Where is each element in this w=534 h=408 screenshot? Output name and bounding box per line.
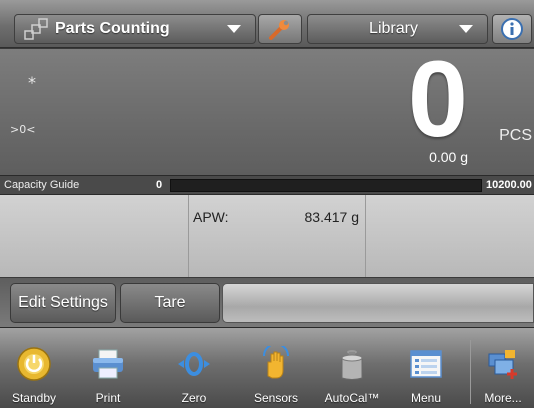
toolbar-label: Sensors [253, 391, 299, 405]
capacity-bar [170, 179, 482, 192]
application-selector[interactable]: Parts Counting [14, 14, 256, 44]
toolbar-label: Print [95, 391, 121, 405]
capacity-guide: Capacity Guide 0 10200.00 [0, 175, 534, 195]
wrench-icon [269, 20, 289, 40]
tare-button[interactable]: Tare [120, 283, 220, 323]
data-field-empty [366, 195, 534, 277]
capacity-guide-label: Capacity Guide [4, 179, 80, 191]
toolbar-label: Menu [410, 391, 442, 405]
more-button[interactable]: More... [474, 328, 532, 408]
zero-icon [178, 352, 210, 376]
edit-settings-button[interactable]: Edit Settings [10, 283, 116, 323]
menu-icon [410, 350, 442, 378]
standby-button[interactable]: Standby [2, 328, 66, 408]
toolbar-label: Zero [181, 391, 207, 405]
action-bar: Edit Settings Tare [0, 277, 534, 327]
capacity-min: 0 [156, 179, 163, 191]
sensors-button[interactable]: Sensors [250, 328, 302, 408]
print-button[interactable]: Print [80, 328, 136, 408]
apw-label: APW: [193, 209, 229, 225]
printer-icon [93, 349, 123, 379]
action-bar-spacer [222, 283, 534, 323]
main-reading: 0 [407, 38, 468, 159]
hand-sensor-icon [263, 346, 289, 379]
chevron-down-icon [459, 25, 473, 33]
more-icon [488, 350, 517, 379]
library-label: Library [369, 20, 418, 37]
weight-display: * >0< 0 PCS 0.00 g [0, 45, 534, 175]
secondary-reading: 0.00 g [429, 149, 468, 165]
parts-counting-icon [24, 18, 48, 40]
toolbar-label: Standby [11, 391, 57, 405]
autocal-button[interactable]: AutoCal™ [318, 328, 386, 408]
info-icon [501, 18, 523, 40]
stable-indicator: * [28, 73, 36, 92]
info-button[interactable] [492, 14, 532, 44]
chevron-down-icon [227, 25, 241, 33]
toolbar-label: More... [484, 391, 522, 405]
standby-icon [17, 347, 51, 381]
calibration-weight-icon [341, 350, 363, 380]
toolbar-separator [470, 340, 471, 404]
data-fields: APW: 83.417 g [0, 195, 534, 277]
toolbar-label: AutoCal™ [324, 391, 380, 405]
bottom-toolbar: Standby Print Zero Sensors AutoCal™ Menu… [0, 327, 534, 408]
apw-field: APW: 83.417 g [189, 195, 366, 277]
data-field-empty [0, 195, 189, 277]
apw-value: 83.417 g [304, 209, 360, 225]
reading-unit: PCS [499, 127, 532, 144]
application-label: Parts Counting [55, 20, 170, 37]
center-of-zero-indicator: >0< [10, 123, 36, 136]
zero-button[interactable]: Zero [168, 328, 220, 408]
menu-button[interactable]: Menu [400, 328, 452, 408]
settings-tool-button[interactable] [258, 14, 302, 44]
capacity-max: 10200.00 [486, 179, 532, 191]
